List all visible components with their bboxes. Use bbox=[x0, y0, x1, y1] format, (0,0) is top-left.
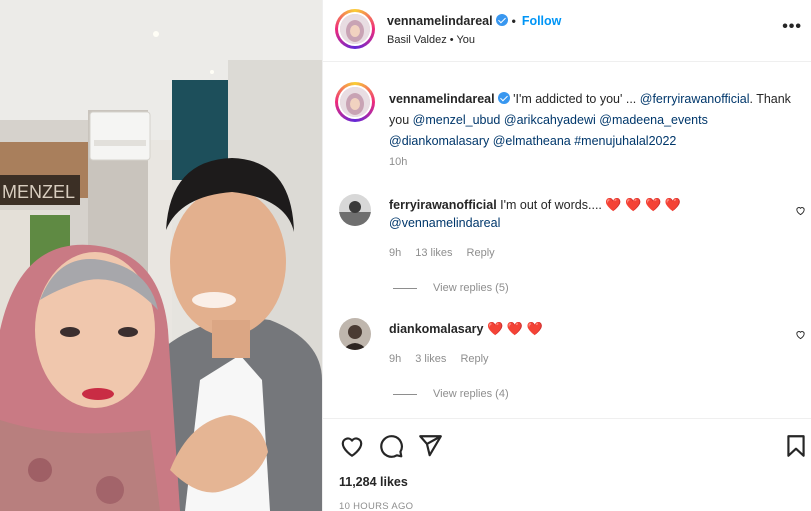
commenter-avatar[interactable] bbox=[339, 194, 371, 226]
audio-subtitle[interactable]: Basil Valdez • You bbox=[387, 34, 475, 46]
mention-link[interactable]: @arikcahyadewi bbox=[504, 113, 596, 127]
like-comment-heart-icon[interactable] bbox=[795, 205, 806, 216]
mention-link[interactable]: @madeena_events bbox=[599, 113, 708, 127]
commenter-avatar-image bbox=[339, 194, 371, 226]
author-avatar[interactable] bbox=[335, 9, 375, 49]
mention-link[interactable]: @diankomalasary bbox=[389, 134, 489, 148]
photo-sign-text: MENZEL bbox=[2, 182, 75, 202]
author-username[interactable]: vennamelindareal bbox=[387, 14, 493, 28]
comment-likes[interactable]: 13 likes bbox=[415, 247, 452, 259]
post-side-panel: vennamelindareal • Follow Basil Valdez • Y… bbox=[322, 0, 811, 511]
replies-line bbox=[393, 287, 417, 289]
reply-button[interactable]: Reply bbox=[460, 353, 488, 365]
post-image: MENZEL bbox=[0, 0, 322, 511]
comment-meta: 9h 3 likes Reply bbox=[389, 353, 503, 365]
avatar-image bbox=[340, 14, 370, 44]
caption-username[interactable]: vennamelindareal bbox=[389, 92, 495, 106]
hashtag-link[interactable]: #menujuhalal2022 bbox=[574, 134, 676, 148]
header-user-line: vennamelindareal • Follow bbox=[387, 14, 561, 28]
commenter-avatar[interactable] bbox=[339, 318, 371, 350]
comment-username[interactable]: diankomalasary bbox=[389, 322, 484, 336]
post-age: 10 HOURS AGO bbox=[339, 501, 414, 511]
comment-hearts: ❤️ ❤️ ❤️ bbox=[486, 321, 543, 336]
mention-link[interactable]: @vennamelindareal bbox=[389, 216, 500, 230]
like-comment-heart-icon[interactable] bbox=[795, 329, 806, 340]
view-replies-label: View replies (4) bbox=[433, 388, 509, 400]
commenter-avatar-image bbox=[339, 318, 371, 350]
post-header: vennamelindareal • Follow Basil Valdez • Y… bbox=[323, 0, 811, 62]
comment-time[interactable]: 9h bbox=[389, 353, 401, 365]
caption-timestamp[interactable]: 10h bbox=[389, 156, 407, 168]
comment-text: diankomalasary ❤️ ❤️ ❤️ bbox=[389, 320, 769, 338]
comment-username[interactable]: ferryirawanofficial bbox=[389, 198, 497, 212]
verified-badge-icon bbox=[495, 14, 508, 26]
follow-button[interactable]: Follow bbox=[522, 14, 562, 28]
comment-time[interactable]: 9h bbox=[389, 247, 401, 259]
view-replies-label: View replies (5) bbox=[433, 282, 509, 294]
mention-link[interactable]: @elmatheana bbox=[493, 134, 571, 148]
instagram-post-modal: MENZEL vennamelindareal • Follow Basil V… bbox=[0, 0, 811, 511]
comment-text: ferryirawanofficial I'm out of words....… bbox=[389, 196, 769, 232]
caption-verified-icon bbox=[497, 92, 510, 104]
caption-text-start: 'I'm addicted to you' ... bbox=[509, 92, 640, 106]
caption-author-avatar[interactable] bbox=[335, 82, 375, 122]
heart-icon[interactable] bbox=[339, 433, 365, 459]
view-replies-button[interactable]: View replies (5) bbox=[393, 282, 509, 294]
view-replies-button[interactable]: View replies (4) bbox=[393, 388, 509, 400]
comment-body: I'm out of words.... bbox=[496, 198, 606, 212]
separator-dot: • bbox=[511, 14, 516, 28]
comment-likes[interactable]: 3 likes bbox=[415, 353, 446, 365]
mention-link[interactable]: @menzel_ubud bbox=[413, 113, 501, 127]
mention-link[interactable]: @ferryirawanofficial bbox=[640, 92, 750, 106]
post-actions-bar: 11,284 likes 10 HOURS AGO bbox=[323, 418, 811, 511]
replies-line bbox=[393, 393, 417, 395]
comment-meta: 9h 13 likes Reply bbox=[389, 247, 509, 259]
like-count[interactable]: 11,284 likes bbox=[339, 475, 408, 489]
comment-hearts: ❤️ ❤️ ❤️ ❤️ bbox=[605, 197, 681, 212]
share-icon[interactable] bbox=[417, 433, 443, 459]
post-photo[interactable]: MENZEL bbox=[0, 0, 322, 511]
comment-icon[interactable] bbox=[378, 433, 404, 459]
bookmark-icon[interactable] bbox=[783, 433, 809, 459]
more-options-icon[interactable]: ••• bbox=[782, 18, 802, 36]
caption-text: vennamelindareal 'I'm addicted to you' .… bbox=[389, 89, 799, 152]
caption-avatar-image bbox=[340, 87, 370, 117]
reply-button[interactable]: Reply bbox=[467, 247, 495, 259]
